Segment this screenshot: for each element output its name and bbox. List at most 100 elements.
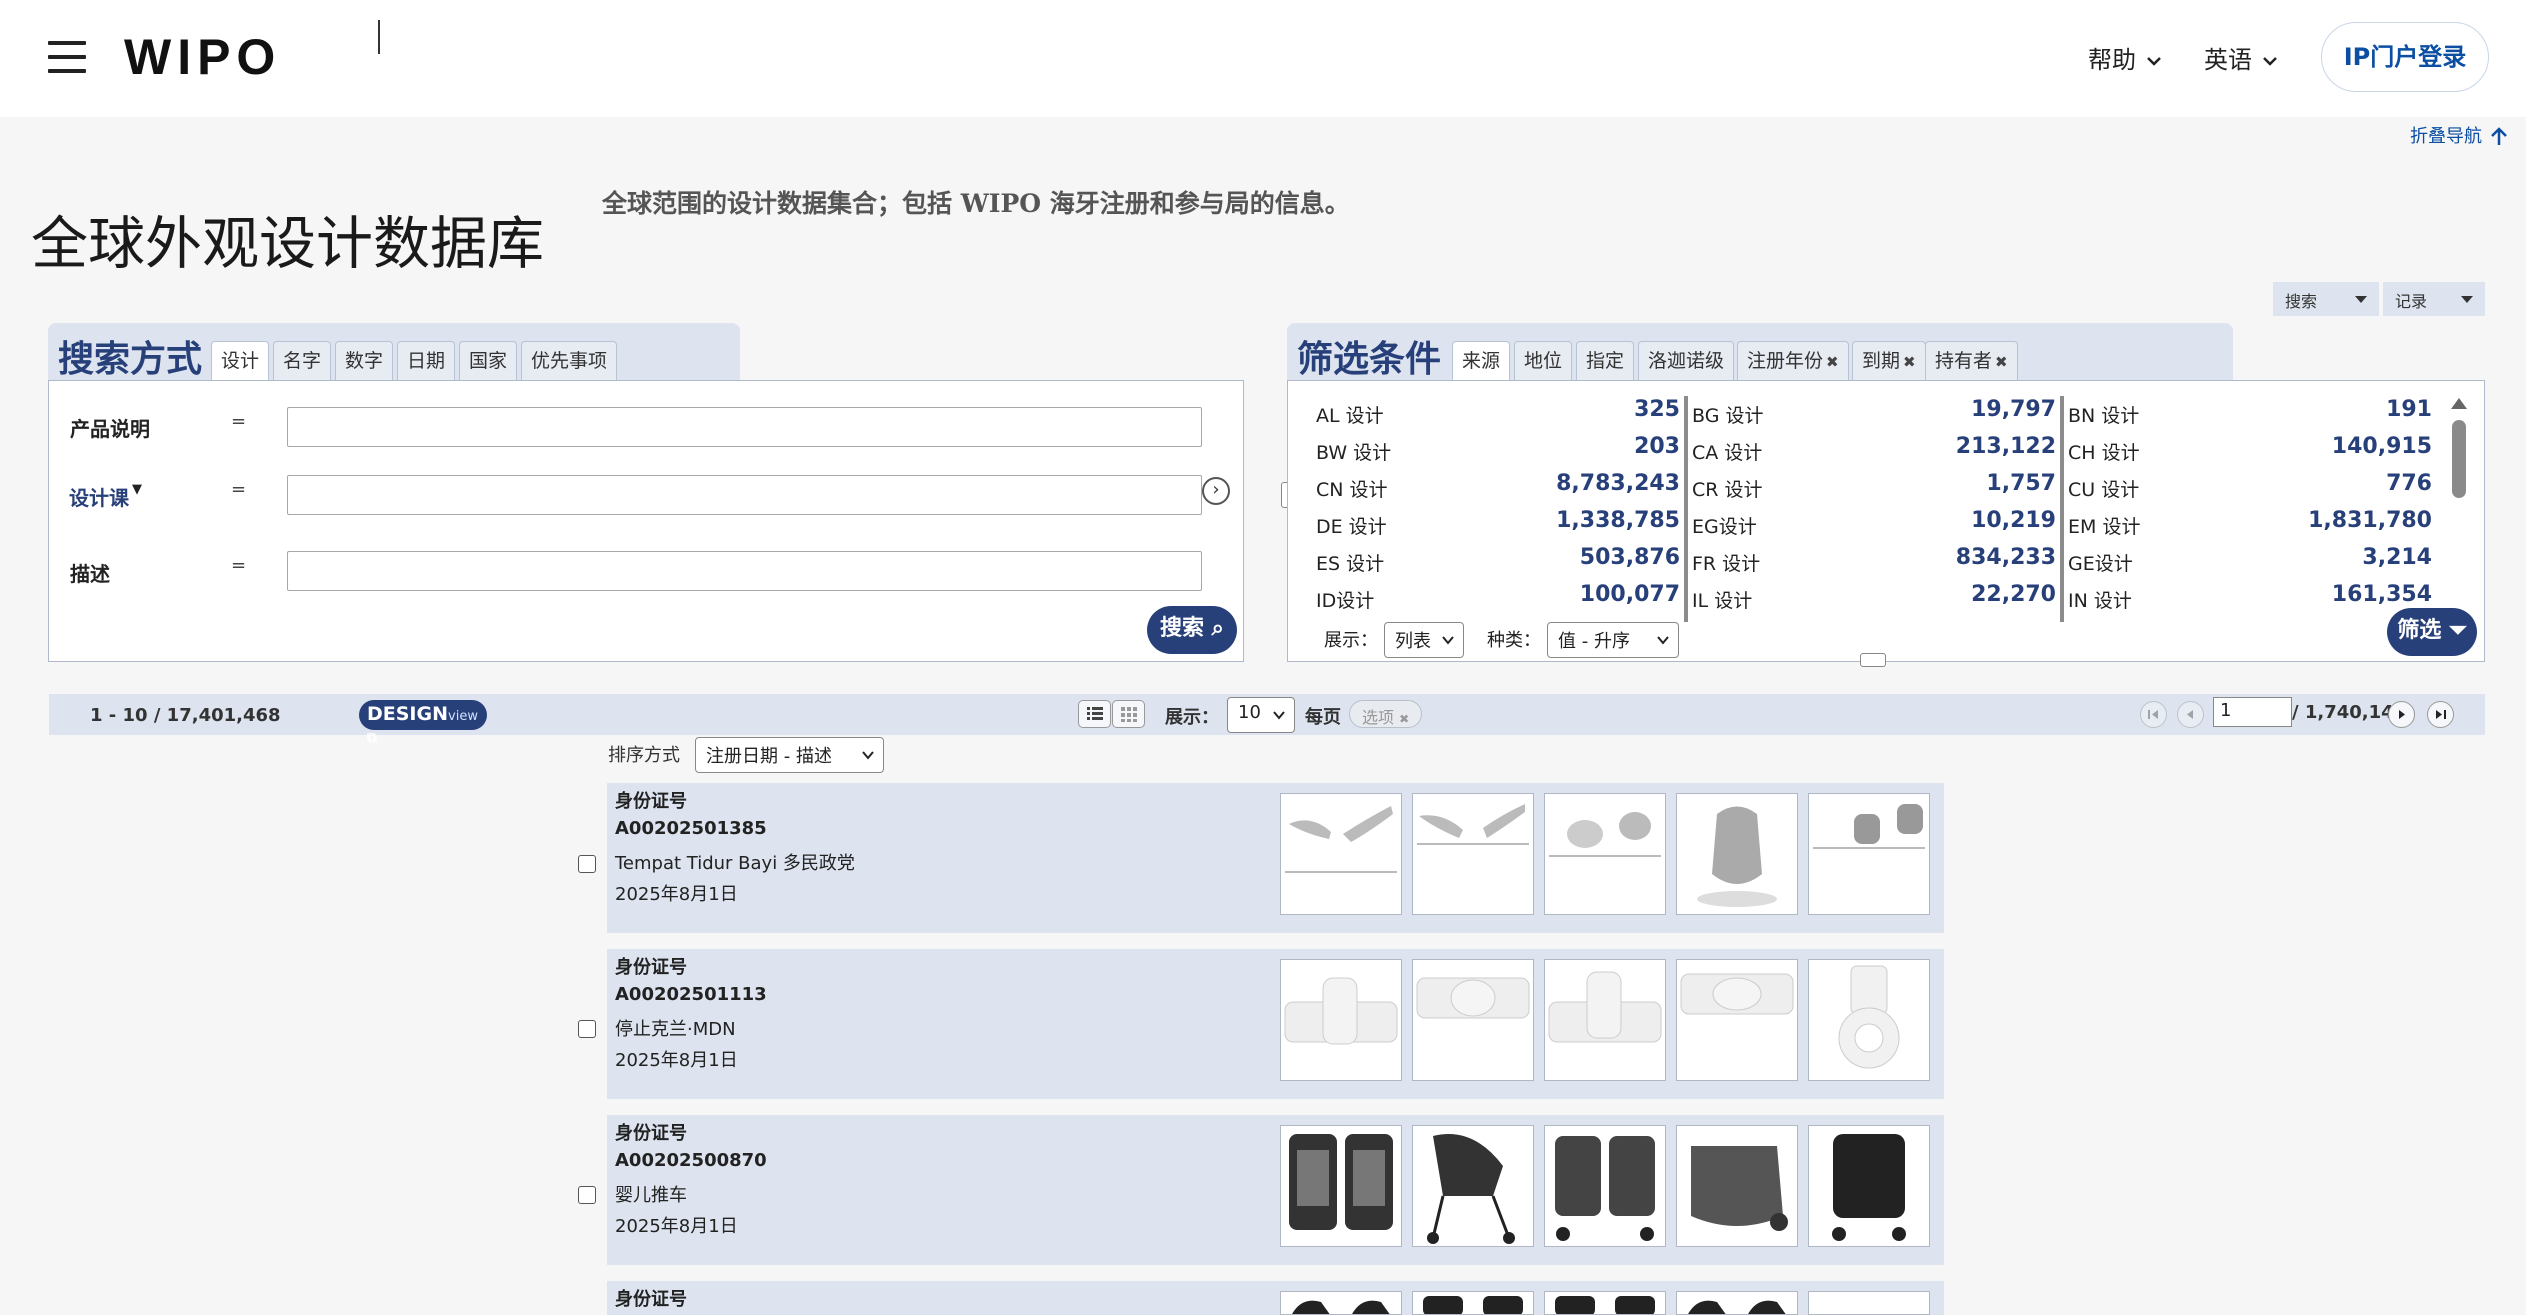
menu-icon[interactable] — [48, 41, 86, 73]
login-button[interactable]: IP门户登录 — [2321, 22, 2489, 92]
select-checkbox[interactable] — [578, 855, 596, 873]
tab-designation[interactable]: 指定 — [1576, 341, 1635, 381]
result-card[interactable]: 身份证号 A00202501385 Tempat Tidur Bayi 多民政党… — [607, 783, 1944, 933]
kind-select[interactable]: 值 - 升序 — [1547, 622, 1679, 658]
design-class-label[interactable]: 设计课 ▼ — [69, 482, 142, 511]
design-thumbnail[interactable] — [1412, 959, 1534, 1081]
next-page-button[interactable] — [2388, 701, 2415, 728]
chevron-right-icon[interactable]: › — [1202, 477, 1230, 505]
results-range: 1 - 10 / 17,401,468 — [90, 705, 281, 726]
select-checkbox[interactable] — [578, 1186, 596, 1204]
collapse-nav-link[interactable]: 折叠导航 — [2410, 122, 2508, 148]
last-page-button[interactable] — [2427, 701, 2454, 728]
filter-item-name[interactable]: AL 设计 — [1316, 401, 1384, 428]
design-thumbnail[interactable] — [1412, 793, 1534, 915]
list-view-button[interactable] — [1078, 700, 1111, 728]
design-thumbnail[interactable] — [1544, 1291, 1666, 1315]
tab-holder[interactable]: 持有者 ✖ — [1925, 341, 2018, 381]
grid-view-button[interactable] — [1112, 700, 1145, 728]
design-thumbnail[interactable] — [1676, 1125, 1798, 1247]
filter-item-name[interactable]: BN 设计 — [2068, 401, 2139, 428]
registration-id[interactable]: A00202500870 — [615, 1150, 767, 1171]
design-class-input[interactable] — [287, 475, 1202, 515]
tab-status[interactable]: 地位 — [1514, 341, 1573, 381]
design-thumbnail[interactable] — [1544, 959, 1666, 1081]
design-thumbnail[interactable] — [1808, 1125, 1930, 1247]
tab-date[interactable]: 日期 — [397, 341, 456, 381]
design-thumbnail[interactable] — [1412, 1291, 1534, 1315]
design-thumbnail[interactable] — [1676, 793, 1798, 915]
language-menu[interactable]: 英语 — [2204, 40, 2278, 75]
filter-item-name[interactable]: ES 设计 — [1316, 549, 1384, 576]
description-input[interactable] — [287, 551, 1202, 591]
filter-item-name[interactable]: CN 设计 — [1316, 475, 1388, 502]
record-mode-select[interactable]: 记录 — [2383, 282, 2485, 316]
search-button[interactable]: 搜索 ⌕ — [1147, 606, 1237, 654]
tab-source[interactable]: 来源 — [1452, 341, 1511, 383]
filter-item-name[interactable]: CR 设计 — [1692, 475, 1763, 502]
tab-registration-year[interactable]: 注册年份 ✖ — [1737, 341, 1849, 381]
result-card[interactable]: 身份证号 — [607, 1281, 1944, 1315]
filter-item-name[interactable]: GE设计 — [2068, 549, 2133, 576]
design-thumbnail[interactable] — [1808, 959, 1930, 1081]
filter-item-name[interactable]: EM 设计 — [2068, 512, 2140, 539]
close-icon[interactable]: ✖ — [1826, 353, 1839, 371]
filter-item-name[interactable]: CU 设计 — [2068, 475, 2139, 502]
wipo-logo[interactable]: WIPO — [124, 28, 281, 86]
design-thumbnail[interactable] — [1280, 959, 1402, 1081]
tab-number[interactable]: 数字 — [335, 341, 394, 381]
tab-expiry[interactable]: 到期 ✖ — [1852, 341, 1926, 381]
tab-priority[interactable]: 优先事项 — [521, 341, 618, 381]
help-menu[interactable]: 帮助 — [2088, 40, 2162, 75]
panel-resize-handle[interactable] — [1860, 653, 1886, 667]
tab-design[interactable]: 设计 — [211, 341, 270, 383]
select-checkbox[interactable] — [578, 1020, 596, 1038]
design-thumbnail[interactable] — [1808, 1291, 1930, 1315]
previous-page-button[interactable] — [2177, 701, 2204, 728]
design-thumbnail[interactable] — [1544, 793, 1666, 915]
tab-locarno[interactable]: 洛迦诺级 — [1638, 341, 1735, 381]
close-icon[interactable]: ✖ — [1903, 353, 1916, 371]
registration-id[interactable]: A00202501385 — [615, 818, 767, 839]
design-thumbnail[interactable] — [1280, 793, 1402, 915]
design-thumbnail[interactable] — [1676, 959, 1798, 1081]
filter-item-name[interactable]: CH 设计 — [2068, 438, 2140, 465]
filter-scrollbar[interactable] — [2452, 420, 2466, 498]
stroller-icon — [1427, 1134, 1515, 1244]
design-thumbnail[interactable] — [1676, 1291, 1798, 1315]
filter-item-name[interactable]: IL 设计 — [1692, 586, 1752, 613]
design-thumbnail[interactable] — [1280, 1291, 1402, 1315]
first-page-button[interactable] — [2140, 701, 2167, 728]
design-thumbnail[interactable] — [1808, 793, 1930, 915]
display-select[interactable]: 列表 — [1384, 622, 1464, 658]
options-button[interactable]: 选项 ✖ — [1349, 700, 1423, 728]
filter-item-name[interactable]: DE 设计 — [1316, 512, 1387, 539]
scroll-up-icon[interactable] — [2451, 398, 2467, 409]
search-mode-select[interactable]: 搜索 — [2273, 282, 2379, 316]
filter-item-name[interactable]: CA 设计 — [1692, 438, 1762, 465]
close-icon[interactable]: ✖ — [1995, 353, 2008, 371]
tab-country[interactable]: 国家 — [459, 341, 518, 381]
registration-id[interactable]: A00202501113 — [615, 984, 767, 1005]
design-thumbnail[interactable] — [1412, 1125, 1534, 1247]
filter-button[interactable]: 筛选 ⏷ — [2387, 608, 2477, 656]
filter-item-name[interactable]: ID设计 — [1316, 586, 1374, 613]
filter-item-name[interactable]: IN 设计 — [2068, 586, 2132, 613]
operator-equals[interactable]: = — [231, 479, 246, 500]
filter-item-name[interactable]: FR 设计 — [1692, 549, 1760, 576]
filter-item-name[interactable]: BW 设计 — [1316, 438, 1391, 465]
product-description-input[interactable] — [287, 407, 1202, 447]
result-card[interactable]: 身份证号 A00202501113 停止克兰·MDN 2025年8月1日 — [607, 949, 1944, 1099]
operator-equals[interactable]: = — [231, 555, 246, 576]
tab-name[interactable]: 名字 — [273, 341, 332, 381]
operator-equals[interactable]: = — [231, 411, 246, 432]
design-thumbnail[interactable] — [1544, 1125, 1666, 1247]
filter-item-name[interactable]: BG 设计 — [1692, 401, 1763, 428]
design-thumbnail[interactable] — [1280, 1125, 1402, 1247]
result-card[interactable]: 身份证号 A00202500870 婴儿推车 2025年8月1日 — [607, 1115, 1944, 1265]
per-page-select[interactable]: 10 — [1227, 697, 1295, 733]
sort-select[interactable]: 注册日期 - 描述 — [695, 737, 884, 773]
designview-button[interactable]: DESIGNview ⧉ — [359, 700, 487, 746]
filter-item-name[interactable]: EG设计 — [1692, 512, 1757, 539]
page-number-input[interactable]: 1 — [2213, 697, 2292, 727]
